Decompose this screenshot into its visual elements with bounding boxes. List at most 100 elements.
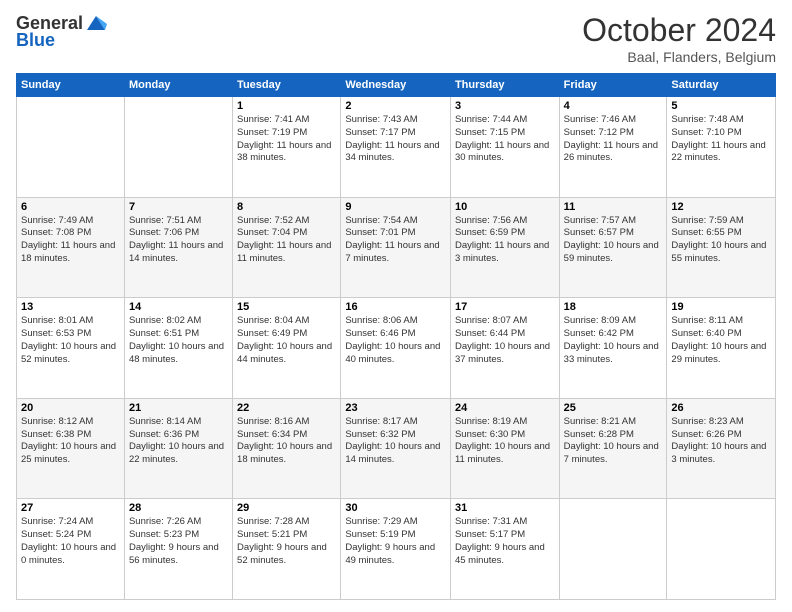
calendar-cell: 30 Sunrise: 7:29 AMSunset: 5:19 PMDayligh… <box>341 499 451 600</box>
day-number: 16 <box>345 301 446 313</box>
calendar-week-row: 6 Sunrise: 7:49 AMSunset: 7:08 PMDaylight… <box>17 197 776 298</box>
weekday-header: Sunday <box>17 74 125 97</box>
calendar-cell: 24 Sunrise: 8:19 AMSunset: 6:30 PMDayligh… <box>450 398 559 499</box>
day-number: 9 <box>345 201 446 213</box>
calendar-cell: 11 Sunrise: 7:57 AMSunset: 6:57 PMDayligh… <box>559 197 667 298</box>
calendar-cell: 15 Sunrise: 8:04 AMSunset: 6:49 PMDayligh… <box>233 298 341 399</box>
calendar-cell: 16 Sunrise: 8:06 AMSunset: 6:46 PMDayligh… <box>341 298 451 399</box>
day-info: Sunrise: 8:17 AMSunset: 6:32 PMDaylight:… <box>345 416 446 467</box>
calendar-cell: 26Sunrise: 8:23 AMSunset: 6:26 PMDayligh… <box>667 398 776 499</box>
calendar-cell <box>667 499 776 600</box>
calendar-cell: 29 Sunrise: 7:28 AMSunset: 5:21 PMDayligh… <box>233 499 341 600</box>
day-number: 1 <box>237 100 336 112</box>
day-info: Sunrise: 7:48 AMSunset: 7:10 PMDaylight:… <box>671 114 771 165</box>
day-info: Sunrise: 8:07 AMSunset: 6:44 PMDaylight:… <box>455 315 555 366</box>
day-info: Sunrise: 7:51 AMSunset: 7:06 PMDaylight:… <box>129 215 228 266</box>
day-info: Sunrise: 8:11 AMSunset: 6:40 PMDaylight:… <box>671 315 771 366</box>
day-info: Sunrise: 7:57 AMSunset: 6:57 PMDaylight:… <box>564 215 663 266</box>
weekday-header: Friday <box>559 74 667 97</box>
weekday-header: Monday <box>124 74 232 97</box>
day-info: Sunrise: 7:26 AMSunset: 5:23 PMDaylight:… <box>129 516 228 567</box>
calendar-cell <box>124 97 232 198</box>
header-right: October 2024 Baal, Flanders, Belgium <box>582 12 776 65</box>
calendar-cell: 21Sunrise: 8:14 AMSunset: 6:36 PMDayligh… <box>124 398 232 499</box>
day-info: Sunrise: 7:28 AMSunset: 5:21 PMDaylight:… <box>237 516 336 567</box>
weekday-header: Saturday <box>667 74 776 97</box>
day-number: 28 <box>129 502 228 514</box>
weekday-header: Tuesday <box>233 74 341 97</box>
day-info: Sunrise: 7:56 AMSunset: 6:59 PMDaylight:… <box>455 215 555 266</box>
day-number: 8 <box>237 201 336 213</box>
day-info: Sunrise: 7:43 AMSunset: 7:17 PMDaylight:… <box>345 114 446 165</box>
calendar-cell: 4Sunrise: 7:46 AMSunset: 7:12 PMDaylight… <box>559 97 667 198</box>
calendar-cell: 2Sunrise: 7:43 AMSunset: 7:17 PMDaylight… <box>341 97 451 198</box>
day-number: 22 <box>237 402 336 414</box>
calendar-header-row: SundayMondayTuesdayWednesdayThursdayFrid… <box>17 74 776 97</box>
calendar-cell: 28 Sunrise: 7:26 AMSunset: 5:23 PMDayligh… <box>124 499 232 600</box>
day-info: Sunrise: 7:54 AMSunset: 7:01 PMDaylight:… <box>345 215 446 266</box>
day-number: 6 <box>21 201 120 213</box>
day-number: 15 <box>237 301 336 313</box>
day-number: 30 <box>345 502 446 514</box>
calendar-week-row: 1 Sunrise: 7:41 AMSunset: 7:19 PMDaylight… <box>17 97 776 198</box>
day-number: 19 <box>671 301 771 313</box>
day-info: Sunrise: 8:01 AMSunset: 6:53 PMDaylight:… <box>21 315 120 366</box>
day-info: Sunrise: 8:04 AMSunset: 6:49 PMDaylight:… <box>237 315 336 366</box>
calendar-cell: 20Sunrise: 8:12 AMSunset: 6:38 PMDayligh… <box>17 398 125 499</box>
day-number: 13 <box>21 301 120 313</box>
day-number: 3 <box>455 100 555 112</box>
day-info: Sunrise: 8:09 AMSunset: 6:42 PMDaylight:… <box>564 315 663 366</box>
day-number: 11 <box>564 201 663 213</box>
calendar-cell: 22 Sunrise: 8:16 AMSunset: 6:34 PMDayligh… <box>233 398 341 499</box>
day-number: 31 <box>455 502 555 514</box>
day-number: 27 <box>21 502 120 514</box>
calendar-cell: 9 Sunrise: 7:54 AMSunset: 7:01 PMDaylight… <box>341 197 451 298</box>
header: General Blue October 2024 Baal, Flanders… <box>16 12 776 65</box>
weekday-header: Thursday <box>450 74 559 97</box>
day-info: Sunrise: 7:49 AMSunset: 7:08 PMDaylight:… <box>21 215 120 266</box>
day-info: Sunrise: 8:02 AMSunset: 6:51 PMDaylight:… <box>129 315 228 366</box>
logo-icon <box>85 12 107 34</box>
calendar-cell: 18 Sunrise: 8:09 AMSunset: 6:42 PMDayligh… <box>559 298 667 399</box>
day-info: Sunrise: 7:44 AMSunset: 7:15 PMDaylight:… <box>455 114 555 165</box>
day-number: 29 <box>237 502 336 514</box>
calendar-table: SundayMondayTuesdayWednesdayThursdayFrid… <box>16 73 776 600</box>
calendar-week-row: 20Sunrise: 8:12 AMSunset: 6:38 PMDayligh… <box>17 398 776 499</box>
day-number: 10 <box>455 201 555 213</box>
calendar-cell: 17Sunrise: 8:07 AMSunset: 6:44 PMDayligh… <box>450 298 559 399</box>
day-info: Sunrise: 8:19 AMSunset: 6:30 PMDaylight:… <box>455 416 555 467</box>
day-info: Sunrise: 7:24 AMSunset: 5:24 PMDaylight:… <box>21 516 120 567</box>
calendar-cell <box>17 97 125 198</box>
day-info: Sunrise: 8:06 AMSunset: 6:46 PMDaylight:… <box>345 315 446 366</box>
page: General Blue October 2024 Baal, Flanders… <box>0 0 792 612</box>
day-number: 26 <box>671 402 771 414</box>
day-number: 24 <box>455 402 555 414</box>
calendar-week-row: 27 Sunrise: 7:24 AMSunset: 5:24 PMDayligh… <box>17 499 776 600</box>
calendar-cell: 25Sunrise: 8:21 AMSunset: 6:28 PMDayligh… <box>559 398 667 499</box>
calendar-cell: 10 Sunrise: 7:56 AMSunset: 6:59 PMDayligh… <box>450 197 559 298</box>
calendar-cell: 14Sunrise: 8:02 AMSunset: 6:51 PMDayligh… <box>124 298 232 399</box>
day-info: Sunrise: 8:16 AMSunset: 6:34 PMDaylight:… <box>237 416 336 467</box>
calendar-cell: 31 Sunrise: 7:31 AMSunset: 5:17 PMDayligh… <box>450 499 559 600</box>
day-info: Sunrise: 7:41 AMSunset: 7:19 PMDaylight:… <box>237 114 336 165</box>
day-number: 25 <box>564 402 663 414</box>
month-title: October 2024 <box>582 12 776 49</box>
day-info: Sunrise: 7:31 AMSunset: 5:17 PMDaylight:… <box>455 516 555 567</box>
day-info: Sunrise: 7:52 AMSunset: 7:04 PMDaylight:… <box>237 215 336 266</box>
day-info: Sunrise: 7:59 AMSunset: 6:55 PMDaylight:… <box>671 215 771 266</box>
day-info: Sunrise: 8:12 AMSunset: 6:38 PMDaylight:… <box>21 416 120 467</box>
logo: General Blue <box>16 12 107 51</box>
calendar-cell: 19 Sunrise: 8:11 AMSunset: 6:40 PMDayligh… <box>667 298 776 399</box>
calendar-cell: 8 Sunrise: 7:52 AMSunset: 7:04 PMDaylight… <box>233 197 341 298</box>
calendar-cell: 13 Sunrise: 8:01 AMSunset: 6:53 PMDayligh… <box>17 298 125 399</box>
calendar-cell: 27 Sunrise: 7:24 AMSunset: 5:24 PMDayligh… <box>17 499 125 600</box>
day-number: 7 <box>129 201 228 213</box>
calendar-cell: 7 Sunrise: 7:51 AMSunset: 7:06 PMDaylight… <box>124 197 232 298</box>
logo-blue: Blue <box>16 30 55 51</box>
day-number: 21 <box>129 402 228 414</box>
day-number: 18 <box>564 301 663 313</box>
calendar-cell: 6 Sunrise: 7:49 AMSunset: 7:08 PMDaylight… <box>17 197 125 298</box>
day-number: 4 <box>564 100 663 112</box>
location: Baal, Flanders, Belgium <box>582 49 776 65</box>
day-info: Sunrise: 7:29 AMSunset: 5:19 PMDaylight:… <box>345 516 446 567</box>
